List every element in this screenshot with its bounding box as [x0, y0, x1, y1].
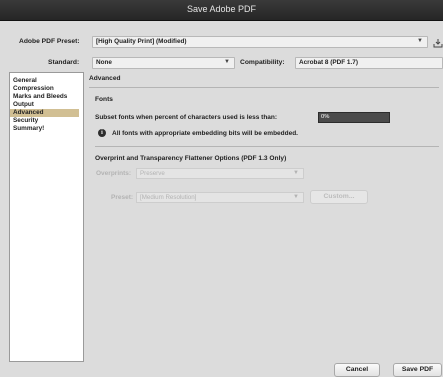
- divider: [89, 87, 439, 88]
- title-bar[interactable]: Save Adobe PDF: [0, 0, 443, 21]
- custom-button[interactable]: Custom...: [310, 190, 368, 204]
- sidebar-item-general[interactable]: General: [13, 77, 79, 85]
- fonts-heading: Fonts: [95, 96, 113, 103]
- advanced-panel: Advanced Fonts Subset fonts when percent…: [86, 72, 443, 360]
- sidebar-item-security[interactable]: Security: [13, 117, 79, 125]
- cancel-button[interactable]: Cancel: [334, 363, 380, 377]
- standard-label: Standard:: [48, 59, 80, 66]
- sidebar-item-summary[interactable]: Summary!: [13, 125, 79, 133]
- preset-label: Adobe PDF Preset:: [19, 38, 80, 45]
- subset-percent-value: 0%: [321, 114, 330, 120]
- preset-value: [High Quality Print] (Modified): [96, 38, 187, 45]
- divider: [95, 146, 439, 147]
- info-icon: i: [98, 129, 106, 137]
- standard-value: None: [96, 59, 112, 66]
- chevron-down-icon: ▼: [417, 38, 423, 44]
- flattener-preset-value: [Medium Resolution]: [140, 194, 197, 201]
- sidebar-item-output[interactable]: Output: [13, 101, 79, 109]
- subset-fonts-label: Subset fonts when percent of characters …: [95, 114, 278, 121]
- overprint-heading: Overprint and Transparency Flattener Opt…: [95, 155, 287, 162]
- chevron-down-icon: ▼: [224, 59, 230, 65]
- sidebar-item-advanced[interactable]: Advanced: [10, 109, 79, 117]
- flattener-preset-label: Preset:: [111, 194, 134, 201]
- save-adobe-pdf-dialog: Save Adobe PDF Adobe PDF Preset: [High Q…: [0, 0, 443, 377]
- save-pdf-button[interactable]: Save PDF: [393, 363, 442, 377]
- save-preset-icon[interactable]: [433, 38, 443, 48]
- sidebar-item-compression[interactable]: Compression: [13, 85, 79, 93]
- window-title: Save Adobe PDF: [186, 4, 257, 14]
- chevron-down-icon: ▼: [293, 170, 299, 176]
- sidebar: General Compression Marks and Bleeds Out…: [9, 72, 84, 362]
- overprints-value: Preserve: [140, 170, 165, 177]
- overprints-select[interactable]: Preserve ▼: [136, 168, 304, 179]
- compatibility-value: Acrobat 8 (PDF 1.7): [299, 59, 358, 66]
- standard-select[interactable]: None ▼: [92, 57, 235, 69]
- compatibility-label: Compatibility:: [240, 59, 285, 66]
- sidebar-item-marks-and-bleeds[interactable]: Marks and Bleeds: [13, 93, 79, 101]
- flattener-preset-select[interactable]: [Medium Resolution] ▼: [136, 192, 304, 203]
- preset-select[interactable]: [High Quality Print] (Modified) ▼: [92, 36, 428, 48]
- overprints-label: Overprints:: [96, 170, 132, 177]
- subset-percent-input[interactable]: 0%: [318, 112, 390, 123]
- chevron-down-icon: ▼: [293, 194, 299, 200]
- compatibility-select[interactable]: Acrobat 8 (PDF 1.7): [295, 57, 443, 69]
- embedding-info-text: All fonts with appropriate embedding bit…: [112, 130, 298, 137]
- panel-title: Advanced: [89, 75, 121, 82]
